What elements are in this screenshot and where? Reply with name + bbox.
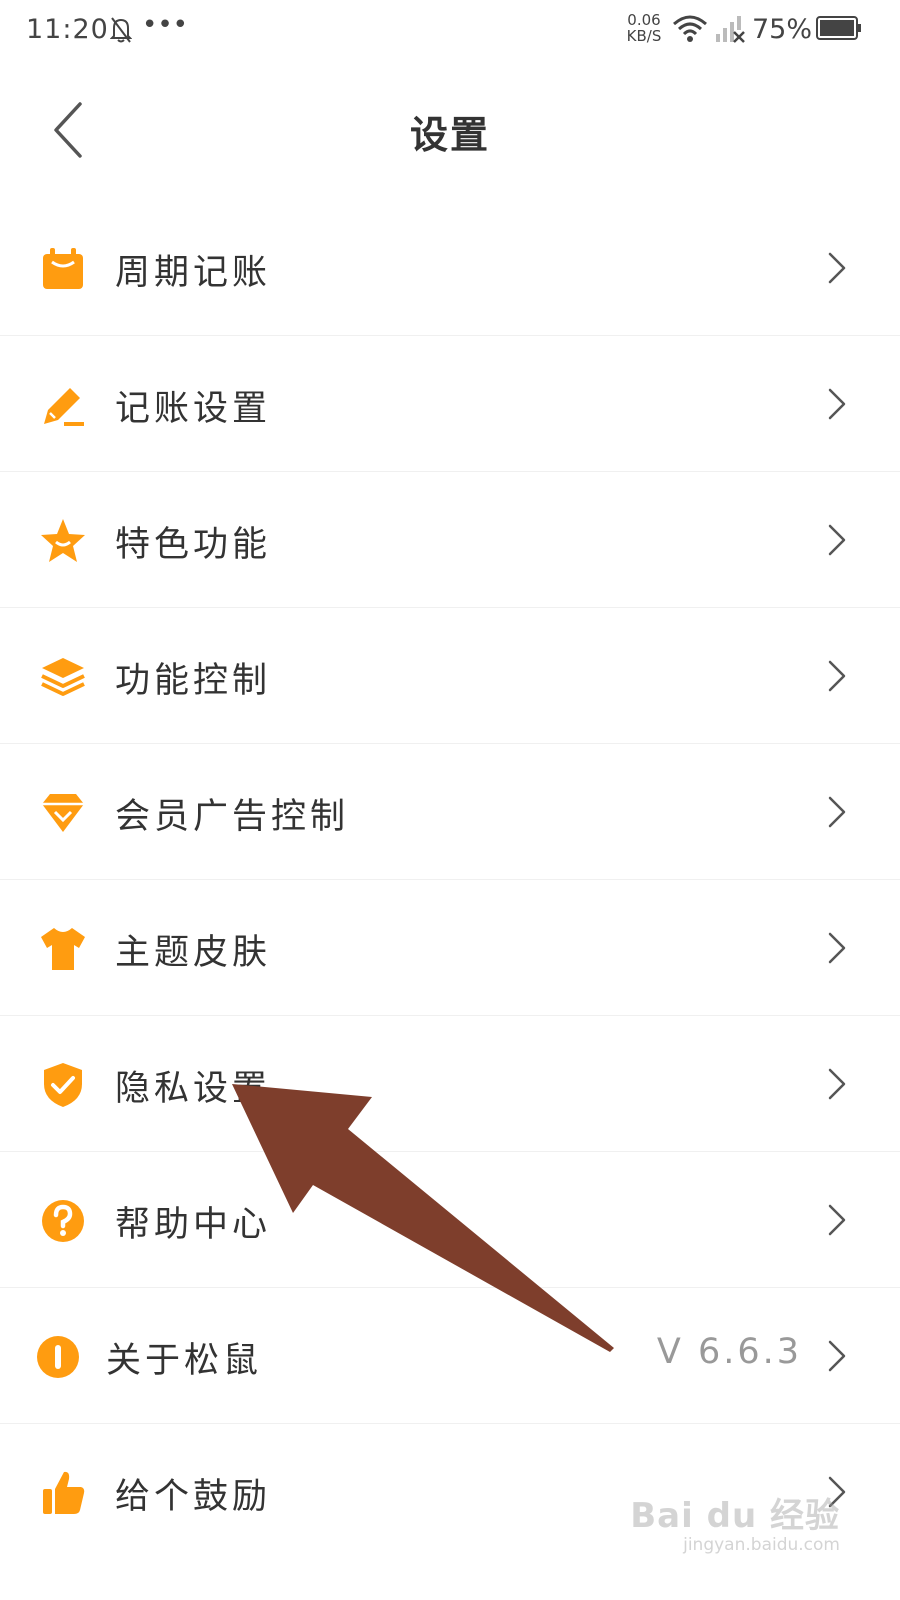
menu-item-function-control[interactable]: 功能控制 — [0, 608, 900, 744]
header: 设置 — [0, 62, 900, 202]
layers-icon — [41, 658, 85, 696]
menu-item-label: 给个鼓励 — [115, 1477, 272, 1517]
page-title: 设置 — [409, 113, 490, 157]
chevron-right-icon — [828, 660, 846, 692]
star-icon — [41, 519, 85, 562]
menu-item-label: 主题皮肤 — [115, 933, 272, 973]
chevron-right-icon — [828, 1068, 846, 1100]
watermark: Bai du 经验 jingyan.baidu.com — [630, 1488, 840, 1555]
version-text: V 6.6.3 — [656, 1332, 802, 1372]
battery-icon — [816, 16, 861, 40]
calendar-icon — [43, 248, 83, 289]
menu-item-label: 会员广告控制 — [115, 797, 350, 837]
tshirt-icon — [41, 928, 85, 970]
menu-item-periodic-bookkeeping[interactable]: 周期记账 — [0, 200, 900, 336]
diamond-icon — [42, 794, 84, 832]
chevron-right-icon — [828, 932, 846, 964]
network-speed: 0.06 KB/S — [622, 12, 666, 44]
menu-item-about[interactable]: 关于松鼠 V 6.6.3 — [0, 1288, 900, 1424]
bell-off-icon — [110, 17, 132, 43]
status-time: 11:20 — [26, 14, 109, 45]
chevron-right-icon — [828, 388, 846, 420]
chevron-right-icon — [828, 1340, 846, 1372]
menu-item-theme-skin[interactable]: 主题皮肤 — [0, 880, 900, 1016]
info-icon — [37, 1336, 79, 1378]
menu-item-label: 帮助中心 — [115, 1205, 272, 1245]
menu-item-help-center[interactable]: 帮助中心 — [0, 1152, 900, 1288]
menu-item-label: 周期记账 — [115, 253, 272, 293]
menu-item-label: 记账设置 — [115, 389, 272, 429]
menu-item-bookkeeping-settings[interactable]: 记账设置 — [0, 336, 900, 472]
network-speed-unit: KB/S — [626, 27, 662, 45]
chevron-right-icon — [828, 796, 846, 828]
menu-item-privacy-settings[interactable]: 隐私设置 — [0, 1016, 900, 1152]
status-bar: 11:20 ••• 0.06 KB/S 75% — [0, 0, 900, 62]
settings-menu: 周期记账 记账设置 特色功能 功能控制 会员广告控制 主题皮肤 隐私设置 帮助中… — [0, 200, 900, 1559]
chevron-right-icon — [828, 1204, 846, 1236]
chevron-right-icon — [828, 524, 846, 556]
pencil-icon — [44, 388, 84, 426]
watermark-url: jingyan.baidu.com — [683, 1535, 840, 1555]
menu-item-featured-functions[interactable]: 特色功能 — [0, 472, 900, 608]
menu-item-label: 功能控制 — [115, 661, 272, 701]
signal-icon — [716, 16, 745, 43]
question-icon — [42, 1200, 84, 1242]
shield-check-icon — [44, 1063, 82, 1107]
chevron-right-icon — [828, 252, 846, 284]
menu-item-label: 关于松鼠 — [106, 1341, 263, 1381]
menu-item-membership-ads[interactable]: 会员广告控制 — [0, 744, 900, 880]
thumbs-up-icon — [43, 1471, 85, 1514]
network-speed-value: 0.06 — [627, 11, 661, 29]
battery-percent: 75% — [752, 14, 813, 45]
watermark-logo: Bai du 经验 — [630, 1496, 840, 1536]
wifi-icon — [673, 15, 707, 42]
menu-item-label: 隐私设置 — [115, 1069, 272, 1109]
menu-item-label: 特色功能 — [115, 525, 272, 565]
more-dots: ••• — [142, 10, 189, 40]
